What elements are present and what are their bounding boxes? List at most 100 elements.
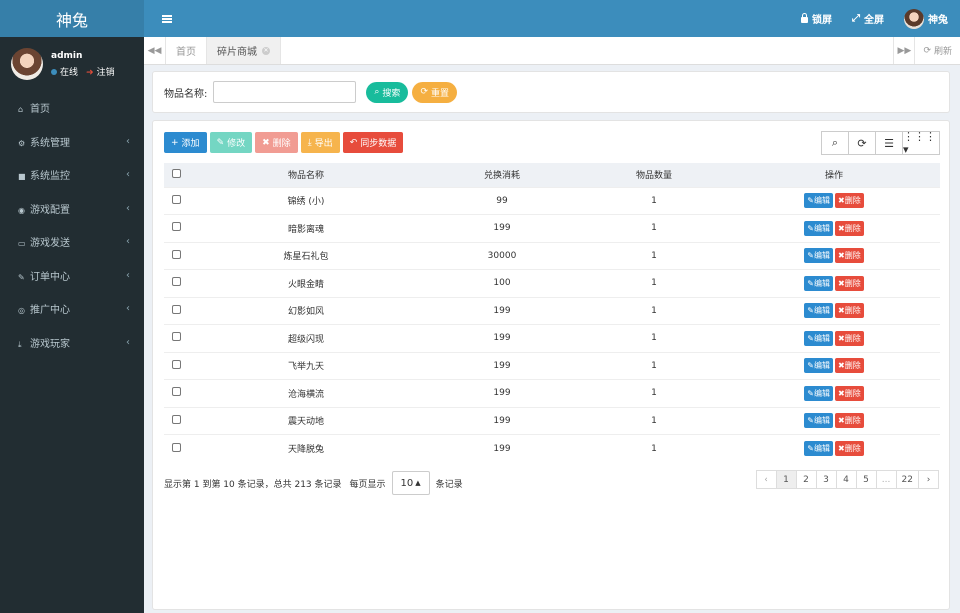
refresh-tab-button[interactable]: ⟳ 刷新 xyxy=(915,37,960,64)
row-checkbox[interactable] xyxy=(171,194,181,204)
sidebar-item-6[interactable]: ◎ 推广中心 ‹ xyxy=(0,292,144,326)
table-row[interactable]: 炼星石礼包 30000 1 ✎ 编辑 ✖ 删除 xyxy=(164,242,940,270)
table-row[interactable]: 飞举九天 199 1 ✎ 编辑 ✖ 删除 xyxy=(164,352,940,380)
header-username: 神兔 xyxy=(928,15,948,26)
actions-cell: ✎ 编辑 ✖ 删除 xyxy=(728,215,940,243)
table-row[interactable]: 火眼金睛 100 1 ✎ 编辑 ✖ 删除 xyxy=(164,269,940,298)
close-icon: ✖ xyxy=(838,444,845,453)
row-checkbox[interactable] xyxy=(171,442,181,452)
row-checkbox[interactable] xyxy=(171,249,181,259)
row-edit-button[interactable]: ✎ 编辑 xyxy=(804,413,833,429)
table-row[interactable]: 超级闪现 199 1 ✎ 编辑 ✖ 删除 xyxy=(164,324,940,353)
sidebar-item-4[interactable]: ▭ 游戏发送 ‹ xyxy=(0,225,144,259)
page-button[interactable]: 3 xyxy=(815,470,837,489)
row-delete-button[interactable]: ✖ 删除 xyxy=(835,413,864,429)
row-edit-button[interactable]: ✎ 编辑 xyxy=(804,358,833,374)
per-page-suffix: 条记录 xyxy=(435,479,463,490)
toggle-view-icon[interactable]: ☰ xyxy=(875,131,903,155)
row-edit-button[interactable]: ✎ 编辑 xyxy=(804,193,833,209)
column-header-name[interactable]: 物品名称 xyxy=(188,163,424,187)
row-delete-button[interactable]: ✖ 删除 xyxy=(835,330,864,346)
tab-home[interactable]: 首页 xyxy=(166,37,207,64)
delete-button[interactable]: ✖ 删除 xyxy=(255,132,298,153)
refresh-icon[interactable]: ⟳ xyxy=(848,131,876,155)
row-delete-button[interactable]: ✖ 删除 xyxy=(835,275,864,291)
row-delete-button[interactable]: ✖ 删除 xyxy=(835,220,864,236)
table-row[interactable]: 锦绣 (小) 99 1 ✎ 编辑 ✖ 删除 xyxy=(164,187,940,215)
item-name-input[interactable] xyxy=(213,81,357,103)
page-button[interactable]: 1 xyxy=(775,470,797,489)
sidebar-item-7[interactable]: ⤓ 游戏玩家 ‹ xyxy=(0,326,144,360)
row-delete-button[interactable]: ✖ 删除 xyxy=(835,193,864,209)
cost-cell: 199 xyxy=(493,305,511,316)
row-checkbox[interactable] xyxy=(171,414,181,424)
row-checkbox[interactable] xyxy=(171,304,181,314)
download-icon: ⤓ xyxy=(307,137,312,148)
tab-fragment-shop[interactable]: 碎片商城 ✕ xyxy=(207,37,281,64)
column-header-qty[interactable]: 物品数量 xyxy=(580,163,728,187)
logout-link[interactable]: ➜ 注销 xyxy=(86,65,115,78)
item-name-cell: 火眼金睛 xyxy=(287,279,324,290)
search-icon[interactable]: ⌕ xyxy=(821,131,849,155)
sidebar-item-2[interactable]: ■ 系统监控 ‹ xyxy=(0,158,144,192)
fullscreen-button[interactable]: ⤢ 全屏 xyxy=(852,11,884,26)
row-checkbox[interactable] xyxy=(171,359,181,369)
column-header-cost[interactable]: 兑换消耗 xyxy=(424,163,580,187)
prev-page-button[interactable]: ‹ xyxy=(755,470,777,489)
dashboard-icon: ◉ xyxy=(18,205,25,215)
lock-screen-button[interactable]: 锁屏 xyxy=(801,11,832,26)
sidebar-item-1[interactable]: ⚙ 系统管理 ‹ xyxy=(0,125,144,159)
row-delete-button[interactable]: ✖ 删除 xyxy=(835,358,864,374)
row-edit-button[interactable]: ✎ 编辑 xyxy=(804,441,833,456)
row-checkbox[interactable] xyxy=(171,277,181,287)
export-button[interactable]: ⤓ 导出 xyxy=(300,132,340,153)
app-logo[interactable]: 神兔 xyxy=(0,0,144,37)
user-menu[interactable]: 神兔 xyxy=(904,8,948,29)
table-row[interactable]: 震天动地 199 1 ✎ 编辑 ✖ 删除 xyxy=(164,407,940,435)
table-row[interactable]: 沧海横流 199 1 ✎ 编辑 ✖ 删除 xyxy=(164,379,940,408)
search-button[interactable]: ⌕ 搜索 xyxy=(366,81,409,103)
row-edit-button[interactable]: ✎ 编辑 xyxy=(804,330,833,346)
table-row[interactable]: 天降脱兔 199 1 ✎ 编辑 ✖ 删除 xyxy=(164,434,940,463)
page-button[interactable]: 5 xyxy=(855,470,877,489)
next-page-button[interactable]: › xyxy=(918,470,939,489)
row-delete-button[interactable]: ✖ 删除 xyxy=(835,248,864,264)
page-button[interactable]: 22 xyxy=(895,470,919,489)
item-name-cell: 震天动地 xyxy=(287,417,324,428)
sidebar-item-0[interactable]: ⌂ 首页 xyxy=(0,91,144,125)
page-button[interactable]: 2 xyxy=(795,470,817,489)
page-size-select[interactable]: 10 ▲ xyxy=(391,471,430,495)
row-edit-button[interactable]: ✎ 编辑 xyxy=(804,220,833,236)
page-button[interactable]: 4 xyxy=(835,470,857,489)
sidebar-item-5[interactable]: ✎ 订单中心 ‹ xyxy=(0,259,144,293)
reset-button[interactable]: ⟳ 重置 xyxy=(412,81,457,103)
edit-button[interactable]: ✎ 修改 xyxy=(209,132,253,153)
actions-cell: ✎ 编辑 ✖ 删除 xyxy=(728,407,940,435)
chevron-left-icon: ‹ xyxy=(126,269,130,281)
select-all-checkbox[interactable] xyxy=(171,168,181,178)
add-button[interactable]: + 添加 xyxy=(164,132,207,153)
sidebar-item-3[interactable]: ◉ 游戏配置 ‹ xyxy=(0,192,144,226)
row-checkbox[interactable] xyxy=(171,332,181,342)
table-row[interactable]: 暗影离魂 199 1 ✎ 编辑 ✖ 删除 xyxy=(164,214,940,243)
row-delete-button[interactable]: ✖ 删除 xyxy=(835,303,864,319)
row-edit-button[interactable]: ✎ 编辑 xyxy=(804,275,833,291)
row-delete-button[interactable]: ✖ 删除 xyxy=(835,441,864,456)
row-edit-button[interactable]: ✎ 编辑 xyxy=(804,385,833,401)
quantity-cell: 1 xyxy=(651,443,657,454)
table-row[interactable]: 幻影如风 199 1 ✎ 编辑 ✖ 删除 xyxy=(164,297,940,325)
row-edit-button[interactable]: ✎ 编辑 xyxy=(804,248,833,264)
tab-scroll-right-button[interactable]: ▶▶ xyxy=(893,37,916,64)
actions-cell: ✎ 编辑 ✖ 删除 xyxy=(728,325,940,353)
row-delete-button[interactable]: ✖ 删除 xyxy=(835,385,864,401)
row-checkbox[interactable] xyxy=(171,222,181,232)
close-icon[interactable]: ✕ xyxy=(262,46,270,55)
columns-icon[interactable]: ⋮⋮⋮ ▾ xyxy=(902,130,940,156)
row-checkbox[interactable] xyxy=(171,387,181,397)
sidebar-toggle-button[interactable] xyxy=(144,0,189,37)
tab-scroll-left-button[interactable]: ◀◀ xyxy=(144,37,166,64)
row-edit-button[interactable]: ✎ 编辑 xyxy=(804,303,833,319)
cost-cell: 199 xyxy=(493,443,511,454)
sync-data-button[interactable]: ↶ 同步数据 xyxy=(342,132,404,153)
home-icon: ⌂ xyxy=(18,105,24,115)
